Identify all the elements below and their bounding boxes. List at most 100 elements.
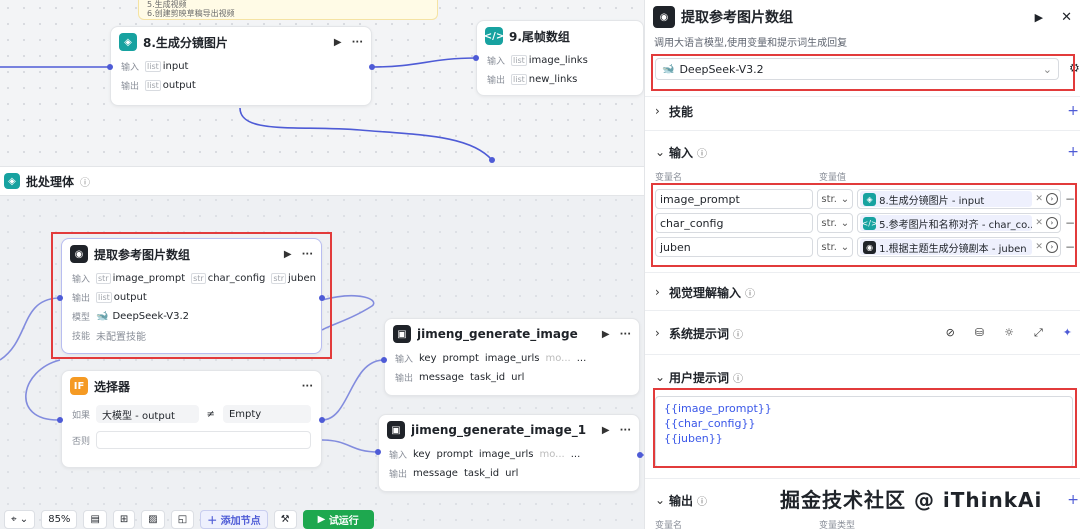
layout-icon[interactable]: ⊞ [112, 510, 136, 529]
add-output-icon[interactable]: + [1067, 492, 1079, 508]
chevron-down-icon: ⌄ [655, 370, 666, 384]
compass-icon[interactable]: ⊘ [946, 326, 955, 340]
var-value-field[interactable]: ◉ 1.根据主题生成分镜剧本 - juben ✕ › [857, 237, 1061, 257]
comment-icon[interactable]: ▤ [83, 510, 107, 529]
more-icon[interactable]: ··· [620, 329, 631, 340]
node-generate-storyboard[interactable]: ◈ 8.生成分镜图片 ▶ ··· 输入 list input 输出 list out… [110, 26, 372, 106]
bulb-icon[interactable]: ☼ [1004, 326, 1014, 340]
info-icon[interactable]: ⓘ [697, 145, 707, 160]
info-icon[interactable]: ⓘ [697, 493, 707, 508]
node-title: 选择器 [94, 379, 131, 394]
port[interactable] [473, 55, 479, 61]
var-name-field[interactable]: char_config [655, 213, 814, 233]
port[interactable] [637, 452, 643, 458]
run-icon[interactable]: ▶ [1035, 11, 1043, 24]
var-name-field[interactable]: image_prompt [655, 189, 814, 209]
condition-op[interactable]: ≠ [207, 409, 215, 420]
port[interactable] [57, 417, 63, 423]
var-value-field[interactable]: </> 5.参考图片和名称对齐 - char_co... ✕ › [857, 213, 1061, 233]
condition-left[interactable]: 大模型 - output [96, 405, 199, 423]
play-icon[interactable]: ▶ [602, 425, 610, 436]
add-input-icon[interactable]: + [1067, 144, 1079, 160]
user-prompt-editor[interactable]: {{image_prompt}} {{char_config}} {{juben… [655, 396, 1073, 468]
condition-right[interactable]: Empty [222, 405, 311, 423]
note-line: 5.生成视频 [147, 0, 187, 9]
user-prompt-section[interactable]: ⌄ 用户提示词 ⓘ [645, 366, 1080, 388]
info-icon[interactable]: ⓘ [745, 285, 755, 300]
more-icon[interactable]: ··· [620, 425, 631, 436]
model-select[interactable]: 🐋 DeepSeek-V3.2 ⌄ [655, 58, 1059, 80]
remove-var-icon[interactable]: − [1065, 240, 1075, 254]
port[interactable] [319, 295, 325, 301]
list-type-icon: list [511, 55, 527, 66]
clear-icon[interactable]: ✕ [1035, 242, 1043, 252]
close-icon[interactable]: ✕ [1061, 10, 1072, 25]
more-icon[interactable]: ··· [302, 249, 313, 260]
port[interactable] [369, 64, 375, 70]
vision-input-section[interactable]: › 视觉理解输入 ⓘ [645, 281, 1080, 303]
str-type-icon: str [191, 273, 206, 284]
output-label: 输出 [389, 470, 408, 480]
port[interactable] [107, 64, 113, 70]
node-jimeng-generate-image[interactable]: ▣ jimeng_generate_image ▶ ··· 输入 key pro… [384, 318, 640, 396]
var-type-select[interactable]: str. ⌄ [817, 237, 854, 257]
output-label: 输出 [72, 294, 91, 304]
image-icon[interactable]: ▨ [141, 510, 165, 529]
clear-icon[interactable]: ✕ [1035, 194, 1043, 204]
workflow-canvas[interactable]: 5.生成视频 6.创建剪映草稿导出视频 ◈ 8.生成分镜图片 ▶ ··· 输入 … [0, 0, 644, 529]
port[interactable] [489, 157, 495, 163]
node-tail-frames[interactable]: </> 9.尾帧数组 输入 list image_links 输出 list new… [476, 20, 644, 96]
port[interactable] [375, 449, 381, 455]
info-icon[interactable]: ⓘ [80, 174, 90, 189]
var-type-select[interactable]: str. ⌄ [817, 213, 854, 233]
section-title: 技能 [669, 104, 694, 119]
add-node-button[interactable]: ＋ 添加节点 [200, 510, 268, 529]
comment-note[interactable]: 5.生成视频 6.创建剪映草稿导出视频 [138, 0, 438, 20]
var-type-select[interactable]: str. ⌄ [817, 189, 854, 209]
input-section[interactable]: ⌄ 输入 ⓘ + [645, 141, 1080, 163]
more-icon[interactable]: ··· [302, 381, 313, 392]
play-icon[interactable]: ▶ [284, 249, 292, 260]
input-var: image_links [528, 55, 588, 66]
var-value-field[interactable]: ◈ 8.生成分镜图片 - input ✕ › [857, 189, 1061, 209]
skills-section[interactable]: › 技能 + [645, 100, 1080, 122]
port[interactable] [57, 295, 63, 301]
mouse-mode-icon[interactable]: ⌖ ⌄ [4, 510, 36, 529]
input-var-row: juben str. ⌄ ◉ 1.根据主题生成分镜剧本 - juben ✕ › − [655, 237, 1075, 257]
node-extract-reference-images[interactable]: ◉ 提取参考图片数组 ▶ ··· 输入 str image_prompt str c… [61, 238, 322, 354]
port[interactable] [319, 417, 325, 423]
expand-icon[interactable]: ⤢ [1034, 326, 1043, 340]
play-icon[interactable]: ▶ [602, 329, 610, 340]
else-branch[interactable] [96, 431, 311, 449]
sparkle-icon[interactable]: ✦ [1063, 326, 1072, 340]
variable-picker-icon[interactable]: › [1045, 217, 1058, 229]
node-jimeng-generate-image-1[interactable]: ▣ jimeng_generate_image_1 ▶ ··· 输入 key p… [378, 414, 640, 492]
info-icon[interactable]: ⓘ [733, 326, 743, 341]
more-icon[interactable]: ··· [352, 37, 363, 48]
play-icon[interactable]: ▶ [334, 37, 342, 48]
more-inputs[interactable]: ... [571, 449, 581, 460]
minimap-icon[interactable]: ◱ [170, 510, 195, 529]
list-type-icon: list [145, 61, 161, 72]
zoom-select[interactable]: 85% [41, 510, 78, 529]
node-title: jimeng_generate_image [417, 327, 578, 341]
library-icon[interactable]: ⛁ [975, 326, 984, 340]
remove-var-icon[interactable]: − [1065, 192, 1075, 206]
add-skill-icon[interactable]: + [1067, 103, 1079, 119]
prompt-line: {{char_config}} [664, 417, 756, 430]
variable-picker-icon[interactable]: › [1045, 241, 1058, 253]
batch-group-header[interactable]: ◈ 批处理体 ⓘ [0, 166, 644, 196]
test-run-button[interactable]: ▶ 试运行 [302, 510, 374, 529]
node-selector[interactable]: IF 选择器 ··· 如果 大模型 - output ≠ Empty 否则 [61, 370, 322, 468]
wrench-icon[interactable]: ⚒ [273, 510, 297, 529]
settings-icon[interactable]: ⚙ [1069, 61, 1080, 75]
clear-icon[interactable]: ✕ [1035, 218, 1043, 228]
info-icon[interactable]: ⓘ [733, 370, 743, 385]
remove-var-icon[interactable]: − [1065, 216, 1075, 230]
output-section[interactable]: ⌄ 输出 ⓘ + [645, 489, 1080, 511]
more-inputs[interactable]: ... [577, 353, 587, 364]
variable-picker-icon[interactable]: › [1045, 193, 1058, 205]
input-var: prompt [436, 449, 473, 460]
port[interactable] [381, 357, 387, 363]
var-name-field[interactable]: juben [655, 237, 814, 257]
